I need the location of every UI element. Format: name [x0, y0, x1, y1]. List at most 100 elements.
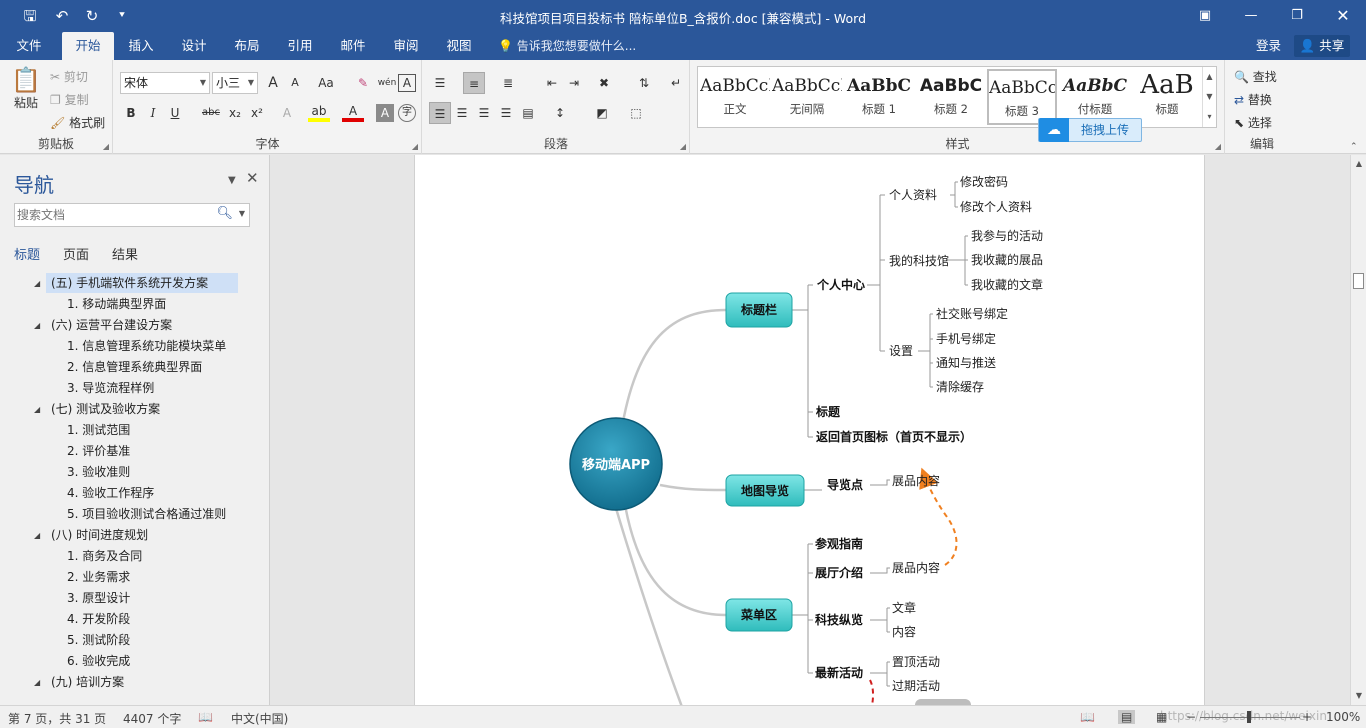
style-heading-3[interactable]: AaBbCcDd 标题 3 — [987, 69, 1057, 125]
grow-font-button[interactable]: A — [262, 72, 284, 94]
search-input[interactable] — [17, 205, 217, 225]
nav-heading-item[interactable]: 3. 验收准则 — [67, 462, 130, 482]
decrease-indent-icon[interactable]: ⇤ — [541, 72, 563, 94]
chinese-layout-icon[interactable]: ✖ — [593, 72, 615, 94]
style-title[interactable]: AaB 标题 — [1132, 69, 1202, 125]
dialog-launcher-icon[interactable]: ◢ — [412, 142, 418, 151]
nav-heading-item[interactable]: 4. 开发阶段 — [67, 609, 130, 629]
nav-heading-item[interactable]: 3. 导览流程样例 — [67, 378, 154, 398]
print-layout-icon[interactable]: ▤ — [1118, 710, 1136, 724]
chevron-up-icon[interactable]: ▲ — [1203, 67, 1216, 87]
nav-heading-item[interactable]: 1. 商务及合同 — [67, 546, 142, 566]
font-color-button[interactable]: A — [342, 102, 364, 122]
scroll-down-icon[interactable]: ▼ — [1351, 691, 1366, 700]
borders-icon[interactable]: ⬚ — [625, 102, 647, 124]
tab-mailings[interactable]: 邮件 — [330, 32, 376, 60]
replace-button[interactable]: ⇄ 替换 — [1234, 91, 1272, 108]
underline-button[interactable]: U — [164, 102, 186, 124]
sort-icon[interactable]: ⇅ — [633, 72, 655, 94]
bold-button[interactable]: B — [120, 102, 142, 124]
upload-pill[interactable]: ☁ 拖拽上传 — [1038, 118, 1142, 142]
style-heading-2[interactable]: AaBbC 标题 2 — [916, 69, 986, 125]
numbering-icon[interactable]: ≡ — [463, 72, 485, 94]
font-name-combo[interactable]: 宋体 ▼ — [120, 72, 210, 94]
more-icon[interactable]: ▾ — [1203, 107, 1216, 127]
text-effect-button[interactable]: A — [276, 102, 298, 124]
tab-insert[interactable]: 插入 — [118, 32, 164, 60]
shading-icon[interactable]: ◩ — [591, 102, 613, 124]
bullets-icon[interactable]: ☰ — [429, 72, 451, 94]
style-normal[interactable]: AaBbCcDd 正文 — [700, 69, 770, 125]
page-count[interactable]: 第 7 页，共 31 页 — [8, 710, 106, 727]
tab-references[interactable]: 引用 — [277, 32, 323, 60]
close-icon[interactable]: ✕ — [1320, 0, 1366, 32]
nav-heading-item[interactable]: 5. 测试阶段 — [67, 630, 130, 650]
ribbon-display-icon[interactable]: ▣ — [1182, 0, 1228, 32]
restore-icon[interactable]: ❐ — [1274, 0, 1320, 32]
nav-heading-item[interactable]: (九) 培训方案 — [46, 672, 124, 692]
redo-icon[interactable]: ↻ — [80, 6, 104, 26]
tab-design[interactable]: 设计 — [171, 32, 217, 60]
scroll-up-icon[interactable]: ▲ — [1351, 159, 1366, 168]
minimize-icon[interactable]: — — [1228, 0, 1274, 32]
justify-icon[interactable]: ☰ — [495, 102, 517, 124]
tell-me-box[interactable]: 💡 告诉我您想要做什么... — [498, 32, 636, 60]
tab-pages[interactable]: 页面 — [63, 244, 89, 263]
italic-button[interactable]: I — [142, 102, 164, 124]
superscript-button[interactable]: x² — [246, 102, 268, 124]
nav-heading-item[interactable]: (七) 测试及验收方案 — [46, 399, 160, 419]
nav-heading-item[interactable]: 2. 业务需求 — [67, 567, 130, 587]
nav-heading-item[interactable]: 1. 信息管理系统功能模块菜单 — [67, 336, 226, 356]
nav-heading-item[interactable]: 1. 测试范围 — [67, 420, 130, 440]
distributed-icon[interactable]: ▤ — [517, 102, 539, 124]
dialog-launcher-icon[interactable]: ◢ — [1215, 142, 1221, 151]
read-mode-icon[interactable]: 📖 — [1080, 710, 1095, 724]
collapse-triangle-icon[interactable]: ◢ — [34, 279, 40, 288]
nav-heading-item[interactable]: (六) 运营平台建设方案 — [46, 315, 172, 335]
subscript-button[interactable]: x₂ — [224, 102, 246, 124]
tab-review[interactable]: 审阅 — [383, 32, 429, 60]
nav-heading-item[interactable]: 4. 验收工作程序 — [67, 483, 154, 503]
format-painter-button[interactable]: 🖌 格式刷 — [50, 114, 105, 131]
nav-heading-item[interactable]: 3. 原型设计 — [67, 588, 130, 608]
gallery-scroll[interactable]: ▲ ▼ ▾ — [1202, 67, 1216, 127]
dialog-launcher-icon[interactable]: ◢ — [680, 142, 686, 151]
line-spacing-icon[interactable]: ↕ — [549, 102, 571, 124]
login-link[interactable]: 登录 — [1256, 32, 1281, 60]
nav-heading-item[interactable]: 1. 移动端典型界面 — [67, 294, 166, 314]
nav-heading-item[interactable]: (八) 时间进度规划 — [46, 525, 148, 545]
highlight-button[interactable]: ab — [308, 102, 330, 122]
align-center-icon[interactable]: ☰ — [451, 102, 473, 124]
close-icon[interactable]: ✕ — [246, 169, 259, 187]
copy-button[interactable]: ❐ 复制 — [50, 91, 89, 108]
collapse-ribbon-icon[interactable]: ⌃ — [1350, 142, 1358, 152]
find-button[interactable]: 🔍 查找 — [1234, 68, 1277, 85]
nav-heading-item[interactable]: 2. 评价基准 — [67, 441, 130, 461]
paste-button[interactable]: 📋 粘贴 — [8, 66, 44, 111]
collapse-triangle-icon[interactable]: ◢ — [34, 405, 40, 414]
select-button[interactable]: ⬉ 选择 — [1234, 114, 1272, 131]
share-button[interactable]: 👤 共享 — [1294, 35, 1350, 57]
dialog-launcher-icon[interactable]: ◢ — [103, 142, 109, 151]
zoom-in-button[interactable]: + — [1302, 710, 1312, 724]
enclose-char-button[interactable]: 字 — [398, 104, 416, 122]
collapse-triangle-icon[interactable]: ◢ — [34, 321, 40, 330]
multilevel-list-icon[interactable]: ≣ — [497, 72, 519, 94]
search-icon[interactable]: 🔍︎ — [216, 206, 233, 221]
proofing-icon[interactable]: 📖 — [198, 710, 213, 724]
style-no-spacing[interactable]: AaBbCcDd 无间隔 — [772, 69, 842, 125]
tab-view[interactable]: 视图 — [436, 32, 482, 60]
font-size-combo[interactable]: 小三 ▼ — [212, 72, 258, 94]
shrink-font-button[interactable]: A — [284, 72, 306, 94]
align-left-icon[interactable]: ☰ — [429, 102, 451, 124]
show-marks-icon[interactable]: ↵ — [665, 72, 687, 94]
nav-heading-item[interactable]: 5. 项目验收测试合格通过准则 — [67, 504, 226, 524]
increase-indent-icon[interactable]: ⇥ — [563, 72, 585, 94]
tab-results[interactable]: 结果 — [112, 244, 138, 263]
align-right-icon[interactable]: ☰ — [473, 102, 495, 124]
zoom-slider-thumb[interactable] — [1247, 711, 1251, 723]
tab-layout[interactable]: 布局 — [224, 32, 270, 60]
tab-headings[interactable]: 标题 — [14, 244, 40, 263]
collapse-triangle-icon[interactable]: ◢ — [34, 678, 40, 687]
nav-options-icon[interactable]: ▼ — [228, 175, 236, 186]
